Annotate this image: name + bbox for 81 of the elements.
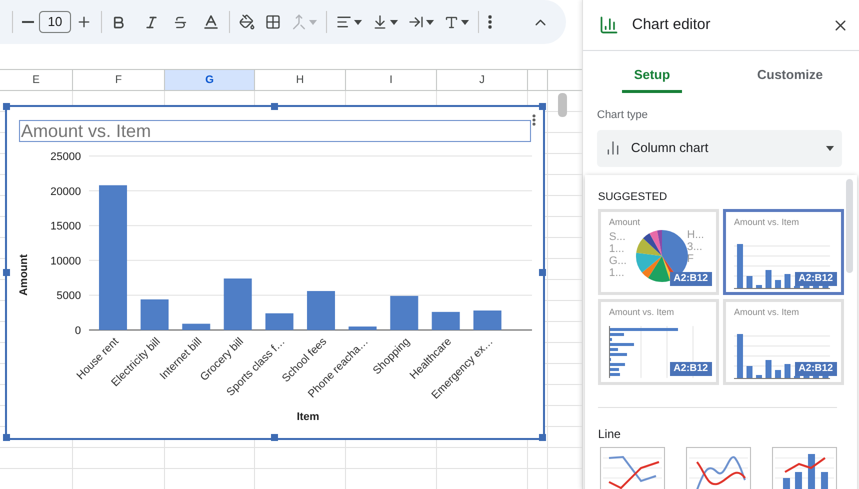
chart-bar <box>432 312 460 330</box>
chart-suggestion[interactable]: Amount vs. Item A2:B12 <box>598 298 719 384</box>
chart-bar <box>307 291 335 330</box>
chart-bar <box>348 326 377 330</box>
chart-suggestion[interactable]: Amount vs. Item A2:B12 <box>723 298 844 384</box>
paint-bucket-icon <box>239 14 255 30</box>
column-header[interactable]: G <box>165 70 255 90</box>
field-label: Chart type <box>597 108 649 123</box>
bold-icon <box>111 14 126 30</box>
minus-icon <box>22 21 34 23</box>
range-badge: A2:B12 <box>794 272 837 286</box>
chart-bar <box>224 278 252 330</box>
pie-label: H... <box>687 228 704 240</box>
pie-label: 3... <box>687 240 704 252</box>
chart-suggestion[interactable]: Amount vs. Item A2:B12 <box>723 208 844 294</box>
axis-tick-label: 20000 <box>50 186 81 198</box>
pie-label: G... <box>609 254 627 266</box>
panel-title: Chart editor <box>632 14 710 35</box>
grid-icon <box>265 14 281 30</box>
section-heading: Line <box>598 426 622 442</box>
align-bottom-icon <box>372 14 388 30</box>
chart-icon <box>605 140 621 156</box>
font-size-field[interactable]: 10 <box>39 11 71 33</box>
y-axis-title: Amount <box>18 254 30 296</box>
thumbnail-title: Amount vs. Item <box>609 306 674 318</box>
pie-label: 1... <box>609 266 626 278</box>
scrollbar[interactable] <box>558 93 567 117</box>
plus-icon <box>76 14 92 30</box>
text-rotation-icon <box>444 14 459 30</box>
resize-handle[interactable] <box>3 434 10 441</box>
combo-chart-option[interactable] <box>772 446 837 489</box>
chart-icon <box>599 15 619 35</box>
axis-tick-label: 0 <box>74 325 81 337</box>
section-heading: SUGGESTED <box>598 190 668 204</box>
range-badge: A2:B12 <box>670 272 712 286</box>
tab[interactable]: Setup <box>583 51 721 93</box>
chart-title-field[interactable]: Amount vs. Item <box>19 120 531 142</box>
resize-handle[interactable] <box>271 434 278 441</box>
chart-bar <box>182 324 210 330</box>
smooth-chart-option[interactable] <box>686 446 751 489</box>
wrap-icon <box>408 14 424 30</box>
chart-type-dropdown[interactable]: Column chart <box>597 130 842 166</box>
text-color-icon <box>202 13 220 31</box>
axis-tick-label: 10000 <box>50 255 81 268</box>
pie-label: F <box>687 252 695 264</box>
tab[interactable]: Customize <box>721 51 859 93</box>
caret-icon <box>354 20 362 24</box>
resize-handle[interactable] <box>539 103 546 110</box>
thumbnail-title: Amount vs. Item <box>734 216 800 228</box>
pie-label: 1... <box>609 242 626 254</box>
thumbnail-title: Amount <box>609 216 640 228</box>
merge-icon <box>291 14 307 30</box>
chart-suggestion[interactable]: Amount S... 1... G... 1... H... 3... F A2:B12 <box>598 208 719 294</box>
caret-icon <box>309 20 317 24</box>
more-icon <box>488 15 492 29</box>
strikethrough-icon <box>173 14 188 30</box>
align-left-icon <box>336 14 352 30</box>
italic-icon <box>144 14 159 30</box>
chart-bar <box>140 299 169 330</box>
axis-tick-label: 5000 <box>56 290 81 302</box>
axis-tick-label: 15000 <box>50 220 81 233</box>
caret-icon <box>826 146 834 150</box>
axis-tick-label: 25000 <box>50 151 81 163</box>
resize-handle[interactable] <box>3 268 10 276</box>
range-badge: A2:B12 <box>794 362 837 376</box>
caret-icon <box>461 20 469 24</box>
scrollbar[interactable] <box>846 178 853 272</box>
caret-icon <box>390 20 398 24</box>
resize-handle[interactable] <box>3 103 10 110</box>
chart-bar <box>265 313 294 330</box>
line-chart-option[interactable] <box>600 446 665 489</box>
chart-bar <box>390 296 418 330</box>
resize-handle[interactable] <box>271 103 278 110</box>
caret-icon <box>426 20 434 24</box>
x-axis-title: Item <box>296 411 320 423</box>
pie-label: S... <box>609 230 627 242</box>
range-badge: A2:B12 <box>670 362 712 376</box>
resize-handle[interactable] <box>539 434 546 441</box>
resize-handle[interactable] <box>539 268 546 276</box>
chart-bar <box>473 310 502 330</box>
thumbnail-title: Amount vs. Item <box>734 306 800 318</box>
